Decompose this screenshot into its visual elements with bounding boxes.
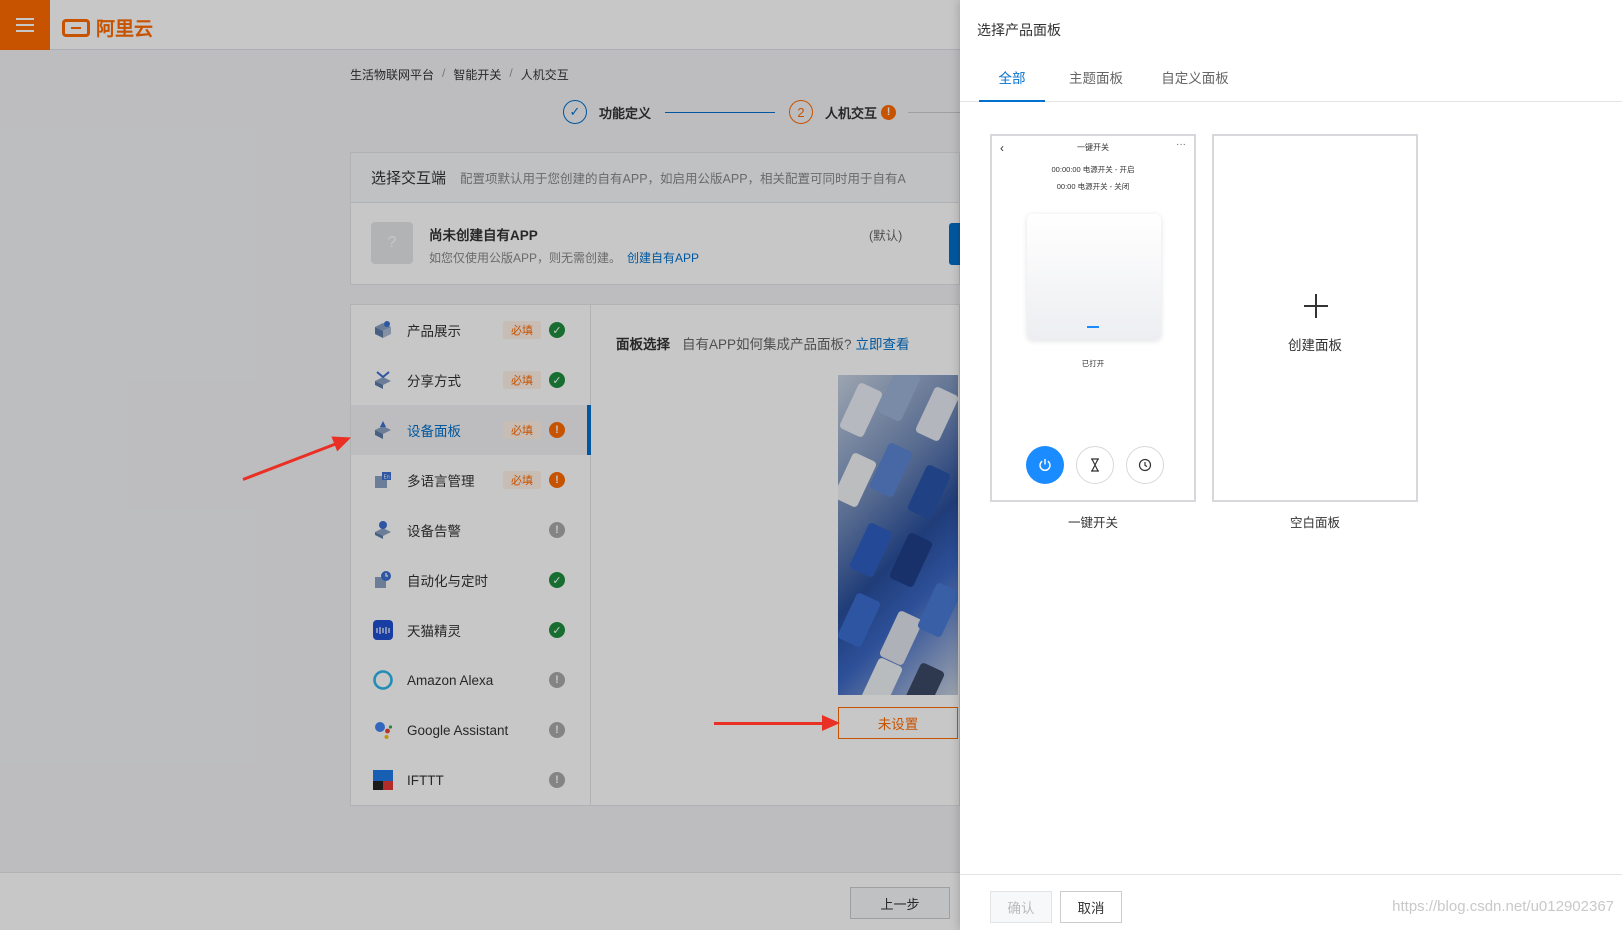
confirm-button[interactable]: 确认: [990, 891, 1052, 923]
panel-card-one-key-switch[interactable]: ‹ 一键开关 ··· 00:00:00 电源开关 - 开启 00:00 电源开关…: [990, 134, 1196, 502]
tab-theme-panels[interactable]: 主题面板: [1063, 62, 1129, 102]
select-panel-drawer: 选择产品面板 全部 主题面板 自定义面板 ‹ 一键开关 ··· 00:00:00…: [960, 0, 1622, 930]
preview-switch-tile: [1027, 214, 1161, 340]
panel-tabs: 全部 主题面板 自定义面板: [960, 62, 1622, 102]
panel-caption-one-key-switch: 一键开关: [1067, 516, 1118, 530]
plus-icon: [1304, 294, 1328, 318]
tab-all[interactable]: 全部: [979, 62, 1045, 102]
clock-icon: [1126, 446, 1164, 484]
tab-custom-panels[interactable]: 自定义面板: [1149, 62, 1241, 102]
annotation-arrow-button: [714, 715, 840, 731]
preview-timer-on: 00:00:00 电源开关 - 开启: [1051, 165, 1135, 174]
panel-card-blank[interactable]: 创建面板: [1212, 134, 1418, 502]
drawer-title: 选择产品面板: [977, 22, 1061, 38]
preview-state: 已打开: [1081, 359, 1105, 368]
watermark: https://blog.csdn.net/u012902367: [1392, 898, 1614, 915]
panel-caption-blank: 空白面板: [1289, 516, 1340, 530]
power-icon: [1026, 446, 1064, 484]
create-panel-label: 创建面板: [1288, 338, 1342, 353]
more-icon: ···: [1176, 139, 1186, 150]
preview-title: 一键开关: [1077, 143, 1109, 152]
preview-timer-off: 00:00 电源开关 - 关闭: [1056, 182, 1130, 191]
cancel-button[interactable]: 取消: [1060, 891, 1122, 923]
hourglass-icon: [1076, 446, 1114, 484]
